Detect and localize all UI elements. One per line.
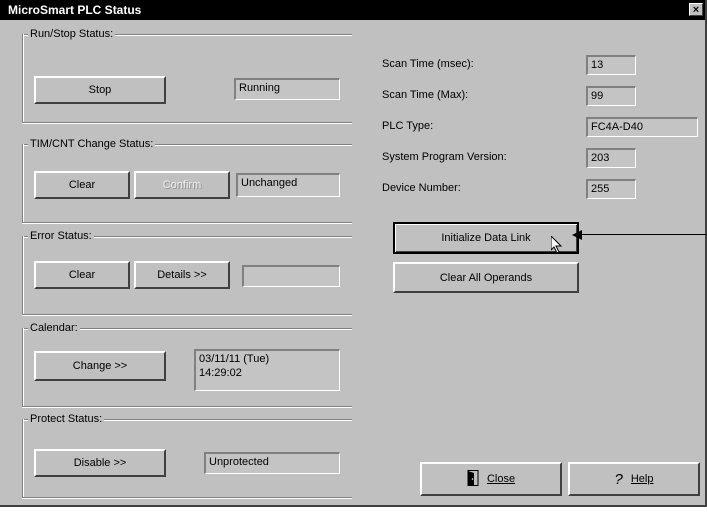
title-bar: MicroSmart PLC Status × (0, 0, 705, 20)
protect-status-value: Unprotected (204, 452, 340, 474)
stop-button[interactable]: Stop (34, 76, 166, 104)
calendar-legend: Calendar: (28, 321, 80, 335)
run-stop-legend: Run/Stop Status: (28, 27, 116, 41)
protect-status-group: Protect Status: Disable >> Unprotected (22, 412, 352, 502)
tim-cnt-clear-button[interactable]: Clear (34, 171, 130, 199)
calendar-change-button[interactable]: Change >> (34, 351, 166, 381)
plc-status-dialog: MicroSmart PLC Status × Run/Stop Status:… (0, 0, 707, 507)
tim-cnt-value: Unchanged (236, 173, 340, 197)
error-details-button[interactable]: Details >> (134, 261, 230, 289)
close-button[interactable]: Close (420, 462, 562, 496)
run-stop-value: Running (234, 78, 340, 100)
tim-cnt-legend: TIM/CNT Change Status: (28, 137, 156, 151)
system-program-version-label: System Program Version: (382, 151, 507, 163)
scan-time-max-label: Scan Time (Max): (382, 89, 469, 101)
error-status-value (242, 265, 340, 287)
device-number-label: Device Number: (382, 182, 461, 194)
plc-type-value: FC4A-D40 (586, 117, 698, 137)
mouse-pointer-icon (550, 234, 563, 257)
error-status-legend: Error Status: (28, 229, 94, 243)
run-stop-group: Run/Stop Status: Stop Running (22, 27, 352, 127)
annotation-arrow-line (580, 234, 707, 235)
question-mark-icon: ? (614, 470, 623, 488)
error-clear-button[interactable]: Clear (34, 261, 130, 289)
protect-status-legend: Protect Status: (28, 412, 105, 426)
protect-disable-button[interactable]: Disable >> (34, 449, 166, 477)
scan-time-msec-label: Scan Time (msec): (382, 58, 474, 70)
calendar-value: 03/11/11 (Tue) 14:29:02 (194, 349, 340, 391)
help-button[interactable]: ? Help (568, 462, 700, 496)
system-program-version-value: 203 (586, 148, 636, 168)
tim-cnt-confirm-button[interactable]: Confirm (134, 171, 230, 199)
error-status-group: Error Status: Clear Details >> (22, 229, 352, 319)
clear-all-operands-button[interactable]: Clear All Operands (393, 262, 579, 293)
window-close-button[interactable]: × (689, 3, 703, 16)
scan-time-msec-value: 13 (586, 55, 636, 75)
annotation-arrow-head (572, 230, 582, 240)
door-icon (467, 469, 479, 489)
calendar-group: Calendar: Change >> 03/11/11 (Tue) 14:29… (22, 321, 352, 411)
scan-time-max-value: 99 (586, 86, 636, 106)
plc-type-label: PLC Type: (382, 120, 434, 132)
tim-cnt-group: TIM/CNT Change Status: Clear Confirm Unc… (22, 137, 352, 227)
device-number-value: 255 (586, 179, 636, 199)
window-title: MicroSmart PLC Status (8, 3, 142, 17)
